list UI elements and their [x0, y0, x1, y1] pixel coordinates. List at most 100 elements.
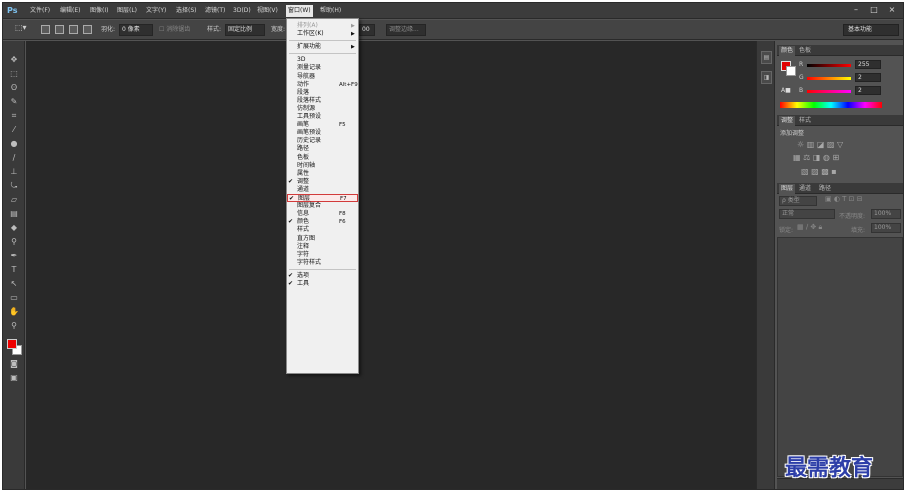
add-selection-icon[interactable] — [55, 25, 64, 34]
r-input[interactable]: 255 — [855, 60, 881, 69]
feather-input[interactable]: 0 像素 — [119, 24, 153, 36]
tab-paths[interactable]: 路径 — [817, 184, 833, 194]
window-menu-item[interactable]: ✔ 选项 — [287, 272, 358, 280]
quick-mask-icon[interactable]: ◙ — [8, 359, 20, 369]
window-menu-item[interactable]: ✔ 工具 — [287, 280, 358, 288]
dodge-tool-icon[interactable]: ⚲ — [8, 237, 20, 247]
color-ramp[interactable] — [780, 102, 882, 108]
b-input[interactable]: 2 — [855, 86, 881, 95]
intersect-selection-icon[interactable] — [83, 25, 92, 34]
color-bg-swatch[interactable] — [786, 66, 796, 76]
window-menu-item[interactable]: 段落 — [287, 89, 358, 97]
window-menu-item[interactable]: 字符样式 — [287, 259, 358, 267]
tab-swatches[interactable]: 色板 — [797, 46, 813, 56]
window-menu-item[interactable]: 样式 — [287, 226, 358, 234]
menu-help[interactable]: 帮助(H) — [320, 6, 341, 16]
window-menu-item[interactable]: 画笔预设 — [287, 129, 358, 137]
crop-tool-icon[interactable]: ⌗ — [8, 111, 20, 121]
opacity-input[interactable]: 100% — [871, 209, 901, 219]
quick-select-tool-icon[interactable]: ✎ — [8, 97, 20, 107]
window-menu-item[interactable]: 导航器 — [287, 73, 358, 81]
antialias-checkbox[interactable]: ☐ 消除锯齿 — [159, 25, 190, 35]
menu-view[interactable]: 视图(V) — [257, 6, 278, 16]
window-menu-item[interactable]: 画笔 F5 — [287, 121, 358, 129]
g-slider[interactable] — [807, 77, 851, 80]
menu-type[interactable]: 文字(Y) — [146, 6, 166, 16]
workspace-select[interactable]: 基本功能 — [843, 24, 899, 36]
window-menu-item[interactable]: ✔ 调整 — [287, 178, 358, 186]
document-canvas-area[interactable] — [26, 41, 756, 489]
subtract-selection-icon[interactable] — [69, 25, 78, 34]
layer-filter-icons[interactable]: ▣ ◐ T ⊡ ⊟ — [825, 195, 863, 203]
menu-select[interactable]: 选择(S) — [176, 6, 197, 16]
tab-color[interactable]: 颜色 — [779, 46, 796, 56]
menu-edit[interactable]: 编辑(E) — [60, 6, 80, 16]
menu-3d[interactable]: 3D(D) — [233, 6, 251, 16]
lasso-tool-icon[interactable]: ʘ — [8, 83, 20, 93]
window-menu-item[interactable]: 字符 — [287, 251, 358, 259]
menu-file[interactable]: 文件(F) — [30, 6, 50, 16]
window-menu-item[interactable]: 时间轴 — [287, 162, 358, 170]
move-tool-icon[interactable]: ✥ — [8, 55, 20, 65]
window-menu-item[interactable]: 属性 — [287, 170, 358, 178]
menu-image[interactable]: 图像(I) — [90, 6, 108, 16]
eyedropper-tool-icon[interactable]: ⁄ — [8, 125, 20, 135]
menu-layer[interactable]: 图层(L) — [117, 6, 137, 16]
window-menu-item[interactable]: 信息 F8 — [287, 210, 358, 218]
brush-tool-icon[interactable]: ∕ — [8, 153, 20, 163]
refine-edge-button[interactable]: 调整边缘... — [386, 24, 426, 36]
properties-panel-icon[interactable]: ◨ — [761, 71, 772, 84]
window-menu-item[interactable]: 路径 — [287, 145, 358, 153]
new-selection-icon[interactable] — [41, 25, 50, 34]
window-menu-item[interactable]: 段落样式 — [287, 97, 358, 105]
type-tool-icon[interactable]: T — [8, 265, 20, 275]
healing-tool-icon[interactable]: ● — [8, 139, 20, 149]
b-slider[interactable] — [807, 90, 851, 93]
minimize-button[interactable]: – — [849, 4, 863, 16]
window-menu-item[interactable]: 通道 — [287, 186, 358, 194]
lock-icons[interactable]: ▦ ∕ ✥ 🔒︎ — [797, 223, 822, 232]
g-input[interactable]: 2 — [855, 73, 881, 82]
window-menu-item[interactable]: 直方图 — [287, 235, 358, 243]
window-menu-item[interactable]: 注释 — [287, 243, 358, 251]
window-menu-item[interactable]: 色板 — [287, 154, 358, 162]
marquee-tool-icon-2[interactable]: ⬚ — [8, 69, 20, 79]
foreground-color-swatch[interactable] — [7, 339, 17, 349]
layers-list[interactable] — [777, 237, 903, 477]
shape-tool-icon[interactable]: ▭ — [8, 293, 20, 303]
gradient-tool-icon[interactable]: ▤ — [8, 209, 20, 219]
blur-tool-icon[interactable]: ◆ — [8, 223, 20, 233]
height-input[interactable]: 00 — [359, 24, 375, 36]
r-slider[interactable] — [807, 64, 851, 67]
window-menu-item[interactable]: 工作区(K) ▶ — [287, 30, 358, 38]
blend-mode-select[interactable]: 正常 — [779, 209, 835, 219]
path-select-icon[interactable]: ↖ — [8, 279, 20, 289]
window-menu-item[interactable]: 仿制源 — [287, 105, 358, 113]
hand-tool-icon[interactable]: ✋ — [8, 307, 20, 317]
tab-channels[interactable]: 通道 — [797, 184, 813, 194]
window-menu-item[interactable]: 排列(A) ▶ — [287, 22, 358, 30]
brightness-icon[interactable]: ☼ ▥ ◪ ▨ ▽ — [797, 140, 843, 149]
style-select[interactable]: 固定比例 — [225, 24, 265, 36]
screen-mode-icon[interactable]: ▣ — [8, 373, 20, 383]
stamp-tool-icon[interactable]: ⊥ — [8, 167, 20, 177]
tab-layers[interactable]: 图层 — [779, 184, 796, 194]
invert-icon[interactable]: ▧ ▨ ▩ ▪ — [801, 167, 837, 176]
window-menu-item[interactable]: ✔ 图层 F7 — [287, 194, 358, 202]
window-menu-item[interactable]: 测量记录 — [287, 64, 358, 72]
history-panel-icon[interactable]: ▤ — [761, 51, 772, 64]
hue-saturation-icon[interactable]: ▦ ⚖ ◨ ◍ ⊞ — [793, 153, 839, 162]
window-menu-item[interactable]: 工具预设 — [287, 113, 358, 121]
window-menu-item[interactable]: 扩展功能 ▶ — [287, 43, 358, 51]
zoom-tool-icon[interactable]: ⚲ — [8, 321, 20, 331]
tab-adjustments[interactable]: 调整 — [779, 116, 796, 126]
layer-kind-filter[interactable]: ρ 类型 — [779, 196, 817, 206]
marquee-tool-icon[interactable]: ⬚▾ — [15, 23, 27, 33]
maximize-button[interactable]: □ — [867, 4, 881, 16]
menu-filter[interactable]: 滤镜(T) — [205, 6, 225, 16]
tab-styles[interactable]: 样式 — [797, 116, 813, 126]
fill-input[interactable]: 100% — [871, 223, 901, 233]
history-brush-icon[interactable]: ⤿ — [8, 181, 20, 191]
window-menu-item[interactable]: 图层复合 — [287, 202, 358, 210]
pen-tool-icon[interactable]: ✒ — [8, 251, 20, 261]
